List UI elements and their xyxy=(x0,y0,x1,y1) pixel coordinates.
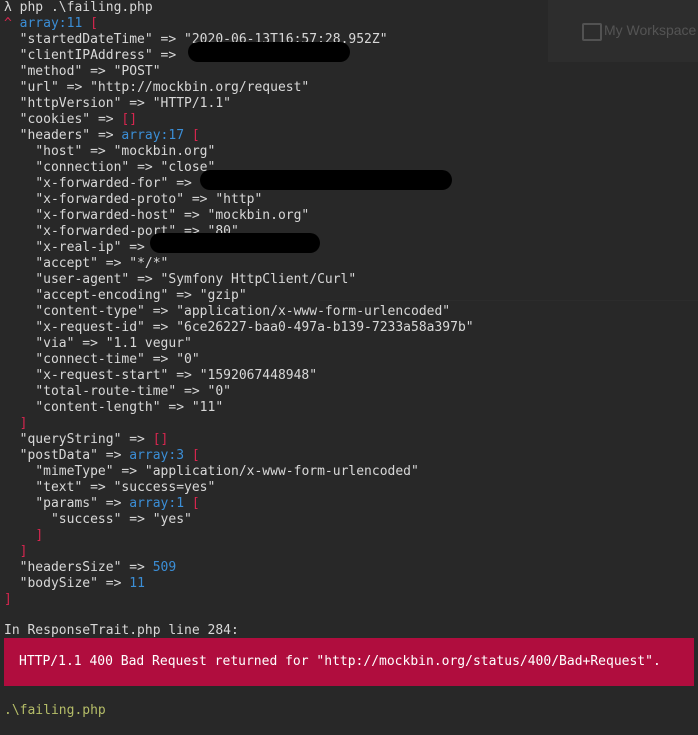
params-entry: "success" => "yes" xyxy=(50,512,192,527)
error-banner: HTTP/1.1 400 Bad Request returned for "h… xyxy=(4,638,694,686)
redaction-forwarded-for xyxy=(200,170,452,190)
dump-entry-body-size: "bodySize" => 11 xyxy=(19,576,145,591)
header-entry: "x-real-ip" => xyxy=(35,240,145,255)
dump-entry-post-data: "postData" => array:3 [ xyxy=(19,448,200,463)
header-entry: "x-request-start" => "1592067448948" xyxy=(35,368,318,383)
header-entry: "accept-encoding" => "gzip" xyxy=(35,288,247,303)
workspace-icon xyxy=(582,23,602,41)
header-entry: "connect-time" => "0" xyxy=(35,352,200,367)
header-entry: "content-length" => "11" xyxy=(35,400,224,415)
dump-entry-query-string: "queryString" => [] xyxy=(19,432,169,447)
dump-entry-client-ip: "clientIPAddress" => xyxy=(19,48,177,63)
header-entry: "x-request-id" => "6ce26227-baa0-497a-b1… xyxy=(35,320,474,335)
footer-script-path: .\failing.php xyxy=(4,703,106,718)
dump-entry-cookies: "cookies" => [] xyxy=(19,112,138,127)
header-entry: "content-type" => "application/x-www-for… xyxy=(35,304,451,319)
header-entry: "accept" => "*/*" xyxy=(35,256,169,271)
header-entry: "x-forwarded-for" => xyxy=(35,176,192,191)
dump-root-type: array:11 xyxy=(19,16,83,31)
terminal-window: My Workspace λ php .\failing.php ^ array… xyxy=(0,0,698,735)
prompt-line: λ php .\failing.php xyxy=(4,0,153,16)
header-entry: "via" => "1.1 vegur" xyxy=(35,336,192,351)
header-entry: "total-route-time" => "0" xyxy=(35,384,231,399)
header-entry: "x-forwarded-proto" => "http" xyxy=(35,192,263,207)
dump-entry-headers-size: "headersSize" => 509 xyxy=(19,560,177,575)
dump-entry-method: "method" => "POST" xyxy=(19,64,161,79)
dump-root-open: [ xyxy=(90,16,98,31)
header-entry: "connection" => "close" xyxy=(35,160,216,175)
background-app-header: My Workspace xyxy=(548,0,698,62)
prompt-command: php .\failing.php xyxy=(19,0,153,15)
post-data-entry: "text" => "success=yes" xyxy=(35,480,216,495)
error-message: HTTP/1.1 400 Bad Request returned for "h… xyxy=(19,654,661,669)
dump-caret: ^ xyxy=(4,16,12,31)
dump-entry-http-version: "httpVersion" => "HTTP/1.1" xyxy=(19,96,231,111)
dump-entry-url: "url" => "http://mockbin.org/request" xyxy=(19,80,310,95)
dump-root-close: ] xyxy=(4,592,12,607)
redaction-client-ip xyxy=(188,42,350,62)
dump-entry-headers: "headers" => array:17 [ xyxy=(19,128,200,143)
error-location: In ResponseTrait.php line 284: xyxy=(4,623,239,638)
header-entry: "user-agent" => "Symfony HttpClient/Curl… xyxy=(35,272,357,287)
workspace-title: My Workspace xyxy=(604,22,697,38)
post-data-entry: "mimeType" => "application/x-www-form-ur… xyxy=(35,464,419,479)
header-entry: "host" => "mockbin.org" xyxy=(35,144,216,159)
params-close: ] xyxy=(35,528,44,543)
prompt-symbol: λ xyxy=(4,0,12,15)
header-entry: "x-forwarded-host" => "mockbin.org" xyxy=(35,208,310,223)
post-data-close: ] xyxy=(19,544,28,559)
redaction-real-ip xyxy=(150,233,320,253)
post-data-entry: "params" => array:1 [ xyxy=(35,496,200,511)
dump-root-line: ^ array:11 [ xyxy=(4,16,98,32)
headers-close: ] xyxy=(19,416,28,431)
